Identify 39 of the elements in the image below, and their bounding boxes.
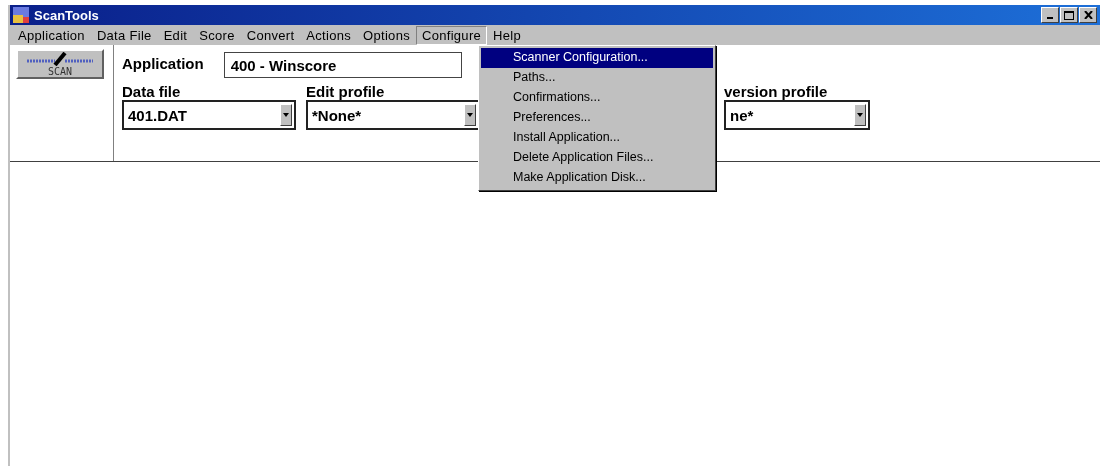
menu-option[interactable]: Paths...	[481, 68, 713, 88]
menu-option[interactable]: Delete Application Files...	[481, 148, 713, 168]
close-icon	[1083, 11, 1093, 19]
menu-option[interactable]: Scanner Configuration...	[481, 48, 713, 68]
field-label: Application	[122, 54, 204, 72]
dropdown-field[interactable]: ne*	[724, 100, 870, 130]
dropdown-button[interactable]	[854, 104, 866, 126]
maximize-button[interactable]	[1060, 7, 1078, 23]
dropdown-button[interactable]	[280, 104, 292, 126]
menu-item[interactable]: Data File	[90, 25, 158, 45]
menu-option[interactable]: Make Application Disk...	[481, 168, 713, 188]
down-arrow-icon	[283, 113, 289, 117]
pen-drawing	[25, 52, 95, 66]
window-title: ScanTools	[34, 7, 100, 23]
menu-option[interactable]: Install Application...	[481, 128, 713, 148]
down-arrow-icon	[857, 113, 863, 117]
menu-item[interactable]: Help	[487, 25, 527, 45]
menu-item[interactable]: Convert	[240, 25, 301, 45]
dropdown-field[interactable]: 401.DAT	[122, 100, 296, 130]
menu-option[interactable]: Preferences...	[481, 108, 713, 128]
app-icon	[13, 7, 29, 23]
dropdown-button[interactable]	[464, 104, 476, 126]
menu-item[interactable]: Options	[357, 25, 416, 45]
menu-item[interactable]: Score	[193, 25, 241, 45]
application-field[interactable]: 400 - Winscore	[223, 52, 462, 78]
field-label: Edit profile	[306, 83, 386, 100]
dropdown-field[interactable]: *None*	[306, 100, 480, 130]
scan-button[interactable]: SCAN	[16, 49, 104, 79]
field-label: Data file	[122, 83, 182, 100]
down-arrow-icon	[467, 113, 473, 117]
maximize-icon	[1064, 10, 1074, 20]
close-button[interactable]	[1079, 7, 1097, 23]
menu-option[interactable]: Confirmations...	[481, 88, 713, 108]
menu-item[interactable]: Application	[12, 25, 91, 45]
menu-item[interactable]: Configure	[416, 25, 488, 45]
menu-item[interactable]: Actions	[300, 25, 358, 45]
menu-item[interactable]: Edit	[157, 25, 194, 45]
field-label: version profile	[724, 83, 829, 100]
minimize-button[interactable]	[1041, 7, 1059, 23]
